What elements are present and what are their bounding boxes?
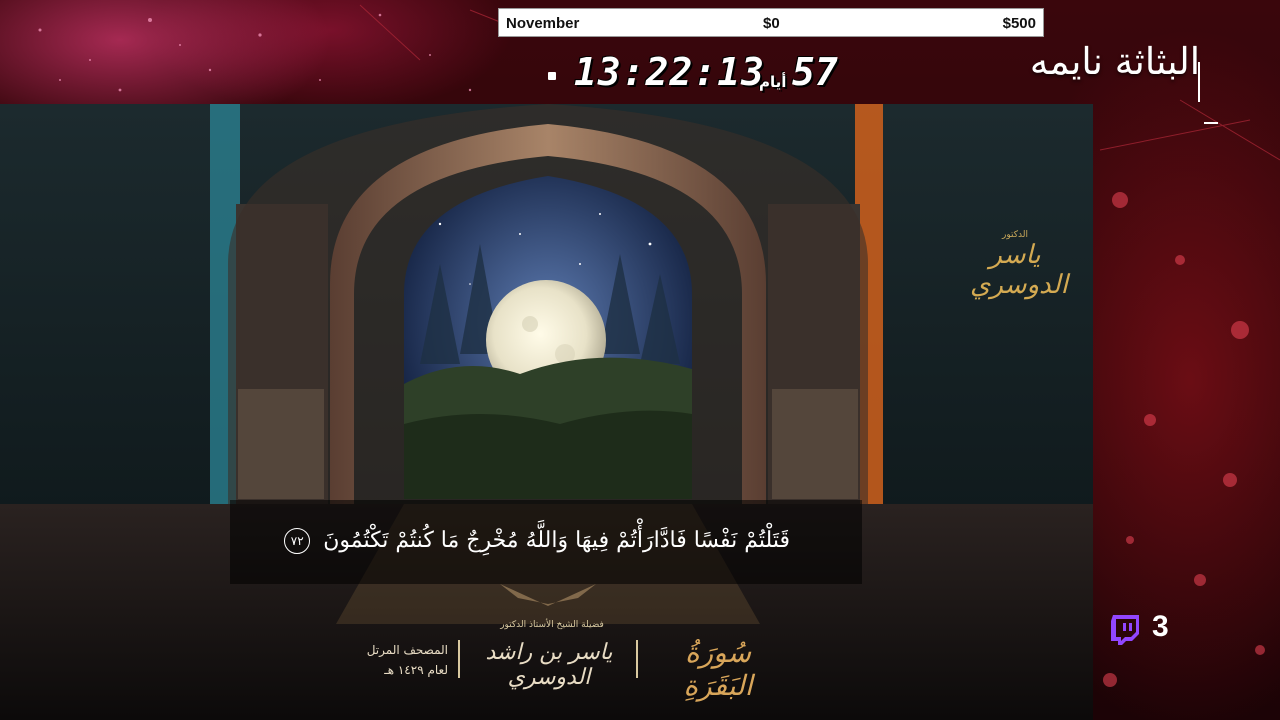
goal-current-amount: $0 — [763, 15, 780, 32]
decoration-line — [1204, 122, 1218, 124]
reciter-title: فضيلة الشيخ الأستاذ الدكتور — [500, 620, 604, 630]
mushaf-line-2: لعام ١٤٢٩ هـ — [384, 663, 448, 677]
countdown-days-label: أيام — [759, 73, 787, 91]
decoration-line — [1198, 62, 1200, 102]
countdown-time: 13:22:13 — [574, 50, 766, 94]
countdown-days: 57 — [792, 50, 838, 94]
reciter-name: ياسر بن راشد الدوسري — [485, 640, 613, 690]
countdown-timer: 13:22:13 أيام 57 — [546, 48, 866, 98]
donation-goal-bar: November $0 $500 — [498, 8, 1044, 37]
mushaf-line-1: المصحف المرتل — [366, 643, 448, 657]
verse-text: قَتَلْتُمْ نَفْسًا فَادَّارَأْتُمْ فِيهَ… — [323, 528, 790, 553]
credit-separator — [636, 640, 638, 678]
quran-verse: قَتَلْتُمْ نَفْسًا فَادَّارَأْتُمْ فِيهَ… — [284, 528, 790, 554]
ayah-number: ٧٢ — [284, 528, 311, 554]
logo-name: ياسر الدوسري — [970, 240, 1068, 300]
goal-month: November — [506, 15, 580, 32]
countdown-dot-icon — [548, 72, 556, 80]
viewer-count: 3 — [1152, 610, 1169, 643]
mushaf-credit: المصحف المرتل لعام ١٤٢٩ هـ — [338, 640, 448, 680]
streamer-name: البثاثة نايمه — [1029, 40, 1200, 83]
surah-name: سُورَةُ البَقَرَةِ — [683, 636, 753, 702]
goal-target-amount: $500 — [1002, 15, 1036, 32]
twitch-icon — [1111, 615, 1139, 645]
credit-separator — [458, 640, 460, 678]
logo-title: الدكتور — [1002, 230, 1028, 240]
